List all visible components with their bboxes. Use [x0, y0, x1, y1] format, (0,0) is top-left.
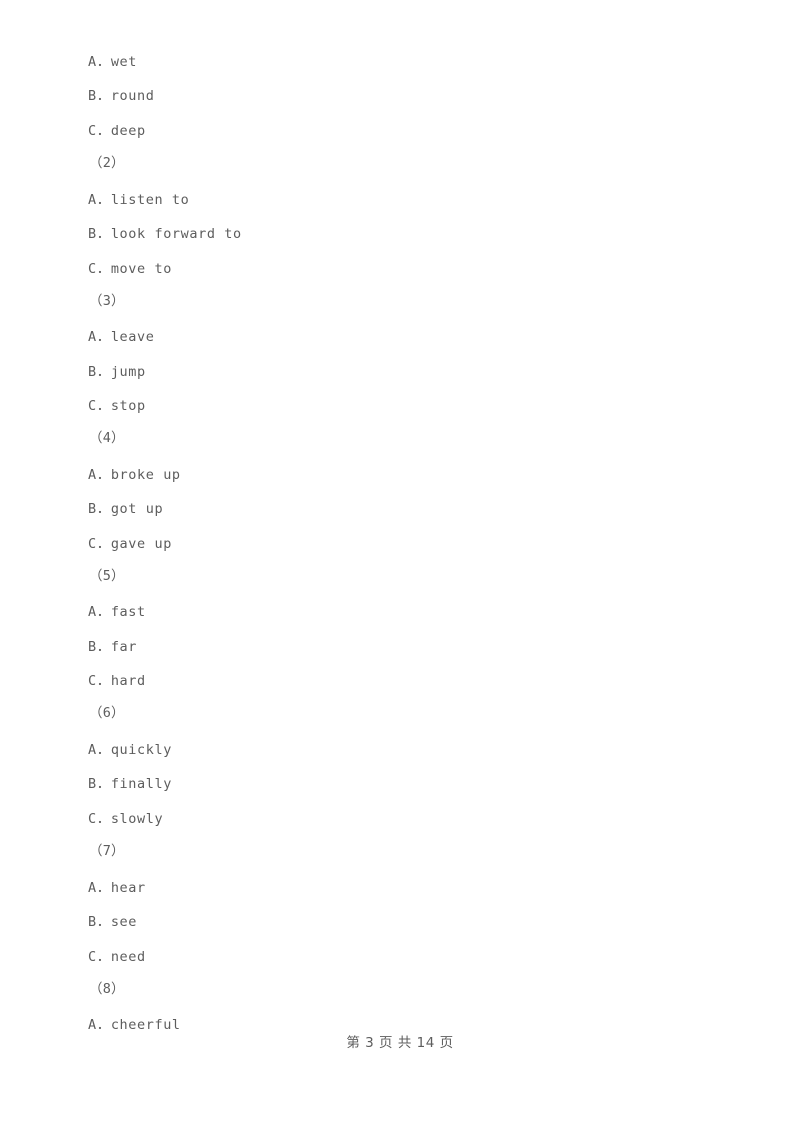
answer-option: A．quickly: [88, 742, 172, 758]
answer-option: A．listen to: [88, 192, 190, 208]
answer-option: B．far: [88, 639, 138, 655]
question-number: （4）: [89, 430, 125, 446]
page-footer: 第 3 页 共 14 页: [346, 1035, 454, 1051]
answer-option: C．stop: [88, 398, 146, 414]
answer-option: A．fast: [88, 604, 146, 620]
answer-option: B．jump: [88, 364, 146, 380]
answer-option: C．need: [88, 949, 146, 965]
answer-option: A．wet: [88, 54, 138, 70]
answer-option: B．see: [88, 914, 138, 930]
answer-option: B．finally: [88, 776, 172, 792]
answer-option: C．slowly: [88, 811, 164, 827]
question-number: （8）: [89, 981, 125, 997]
answer-option: A．leave: [88, 329, 155, 345]
document-page: A．wet B．round C．deep （2） A．listen to B．look f…: [0, 0, 800, 1132]
answer-option: B．got up: [88, 501, 164, 517]
question-number: （5）: [89, 568, 125, 584]
answer-option: C．gave up: [88, 536, 172, 552]
answer-option: A．hear: [88, 880, 146, 896]
question-number: （6）: [89, 705, 125, 721]
answer-option: C．deep: [88, 123, 146, 139]
answer-option: C．hard: [88, 673, 146, 689]
answer-option: A．cheerful: [88, 1017, 181, 1033]
answer-option: A．broke up: [88, 467, 181, 483]
answer-option: B．round: [88, 88, 155, 104]
question-number: （2）: [89, 155, 125, 171]
question-number: （3）: [89, 293, 125, 309]
answer-option: B．look forward to: [88, 226, 242, 242]
answer-option: C．move to: [88, 261, 172, 277]
question-number: （7）: [89, 843, 125, 859]
